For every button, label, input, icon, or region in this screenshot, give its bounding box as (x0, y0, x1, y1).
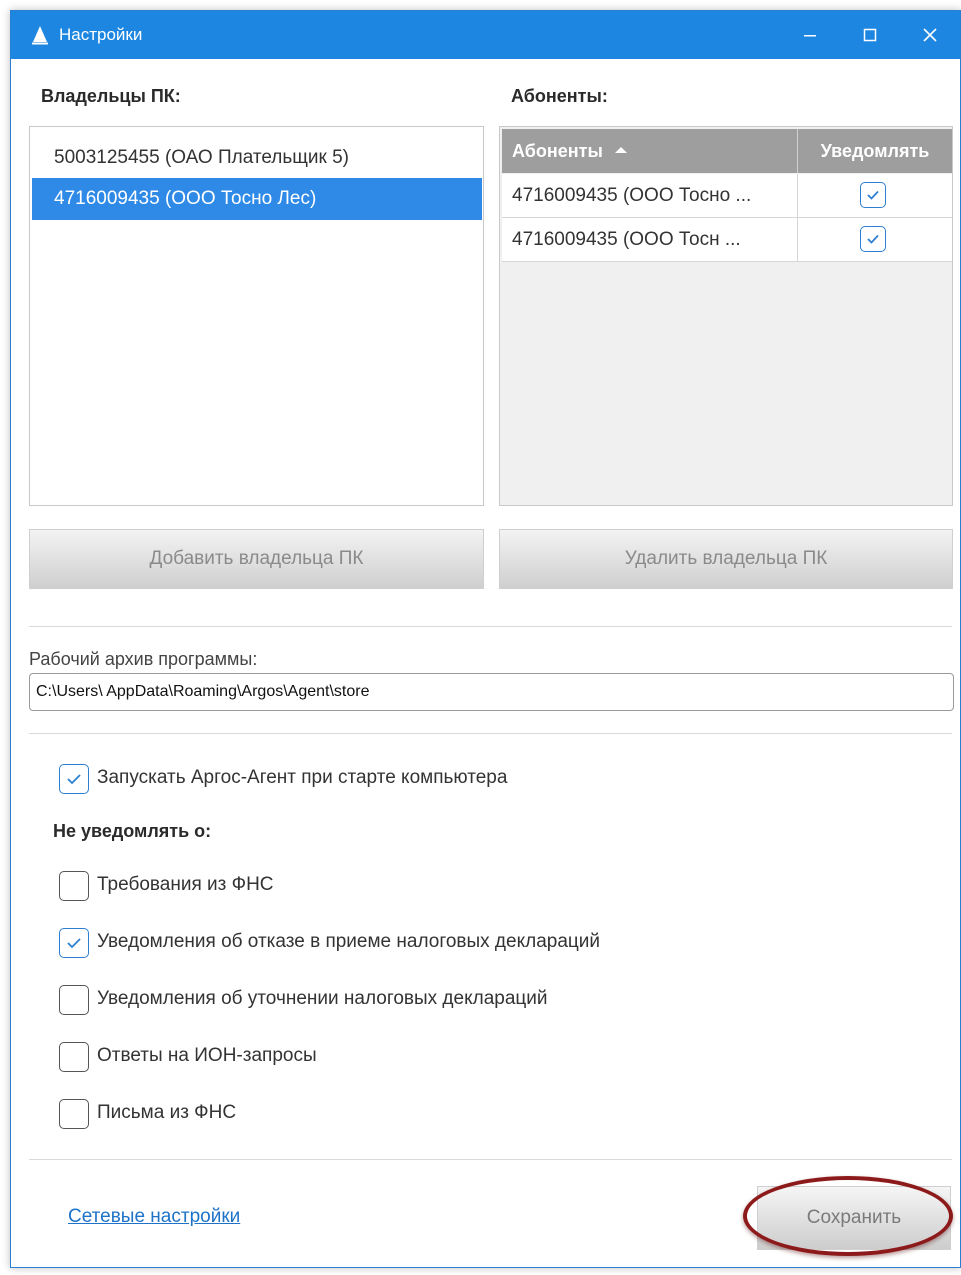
subscriber-name: 4716009435 (ООО Тосно ... (502, 174, 798, 217)
column-header-subscribers[interactable]: Абоненты (502, 129, 798, 173)
startup-label: Запускать Аргос-Агент при старте компьют… (97, 767, 508, 788)
checkmark-icon (867, 234, 879, 244)
owners-list[interactable]: 5003125455 (ОАО Плательщик 5) 4716009435… (29, 126, 484, 506)
close-button[interactable] (900, 11, 960, 59)
remove-owner-button[interactable]: Удалить владельца ПК (499, 529, 953, 589)
option-label: Ответы на ИОН-запросы (97, 1045, 317, 1066)
add-owner-button[interactable]: Добавить владельца ПК (29, 529, 484, 589)
option-label: Письма из ФНС (97, 1102, 237, 1123)
archive-label: Рабочий архив программы: (29, 649, 258, 669)
subscribers-heading: Абоненты: (511, 86, 608, 106)
no-notify-heading: Не уведомлять о: (53, 821, 212, 841)
archive-path-input[interactable]: C:\Users\ AppData\Roaming\Argos\Agent\st… (29, 673, 954, 711)
ion-responses-checkbox[interactable] (59, 1042, 89, 1072)
sail-icon (32, 26, 48, 45)
clarification-notices-checkbox[interactable] (59, 985, 89, 1015)
divider (29, 733, 952, 734)
checkmark-icon (867, 190, 879, 200)
close-icon (923, 28, 937, 42)
option-label: Уведомления об уточнении налоговых декла… (97, 988, 548, 1009)
option-label: Требования из ФНС (97, 874, 274, 895)
refusal-notices-checkbox[interactable] (59, 928, 89, 958)
notify-checkbox[interactable] (860, 182, 886, 208)
checkmark-icon (67, 938, 81, 949)
table-row[interactable]: 4716009435 (ООО Тосно ... (502, 174, 952, 218)
settings-window: Настройки Владельцы ПК: Абоненты: 500312… (10, 10, 961, 1268)
minimize-button[interactable] (780, 11, 840, 59)
maximize-icon (863, 28, 877, 42)
subscriber-name: 4716009435 (ООО Тосн ... (502, 218, 798, 261)
window-title: Настройки (59, 25, 143, 44)
network-settings-link[interactable]: Сетевые настройки (68, 1206, 240, 1228)
sort-ascending-icon (614, 147, 627, 154)
owner-item-selected[interactable]: 4716009435 (ООО Тосно Лес) (32, 178, 482, 220)
notify-checkbox[interactable] (860, 226, 886, 252)
save-button[interactable]: Сохранить (757, 1186, 951, 1250)
fns-requirements-checkbox[interactable] (59, 871, 89, 901)
table-header: Абоненты Уведомлять (502, 129, 952, 173)
checkmark-icon (67, 774, 81, 785)
table-row[interactable]: 4716009435 (ООО Тосн ... (502, 218, 952, 262)
column-header-notify[interactable]: Уведомлять (798, 129, 952, 173)
fns-letters-checkbox[interactable] (59, 1099, 89, 1129)
startup-checkbox[interactable] (59, 764, 89, 794)
notify-cell (798, 218, 952, 261)
subscribers-table: Абоненты Уведомлять 4716009435 (ООО Тосн… (499, 126, 953, 506)
divider (29, 1159, 952, 1160)
divider (29, 626, 952, 627)
title-bar[interactable]: Настройки (11, 11, 960, 59)
maximize-button[interactable] (840, 11, 900, 59)
notify-cell (798, 174, 952, 217)
minimize-icon (804, 35, 816, 37)
owners-heading: Владельцы ПК: (41, 86, 181, 106)
owner-item[interactable]: 5003125455 (ОАО Плательщик 5) (32, 137, 482, 179)
option-label: Уведомления об отказе в приеме налоговых… (97, 931, 601, 952)
column-header-label: Абоненты (512, 141, 603, 161)
